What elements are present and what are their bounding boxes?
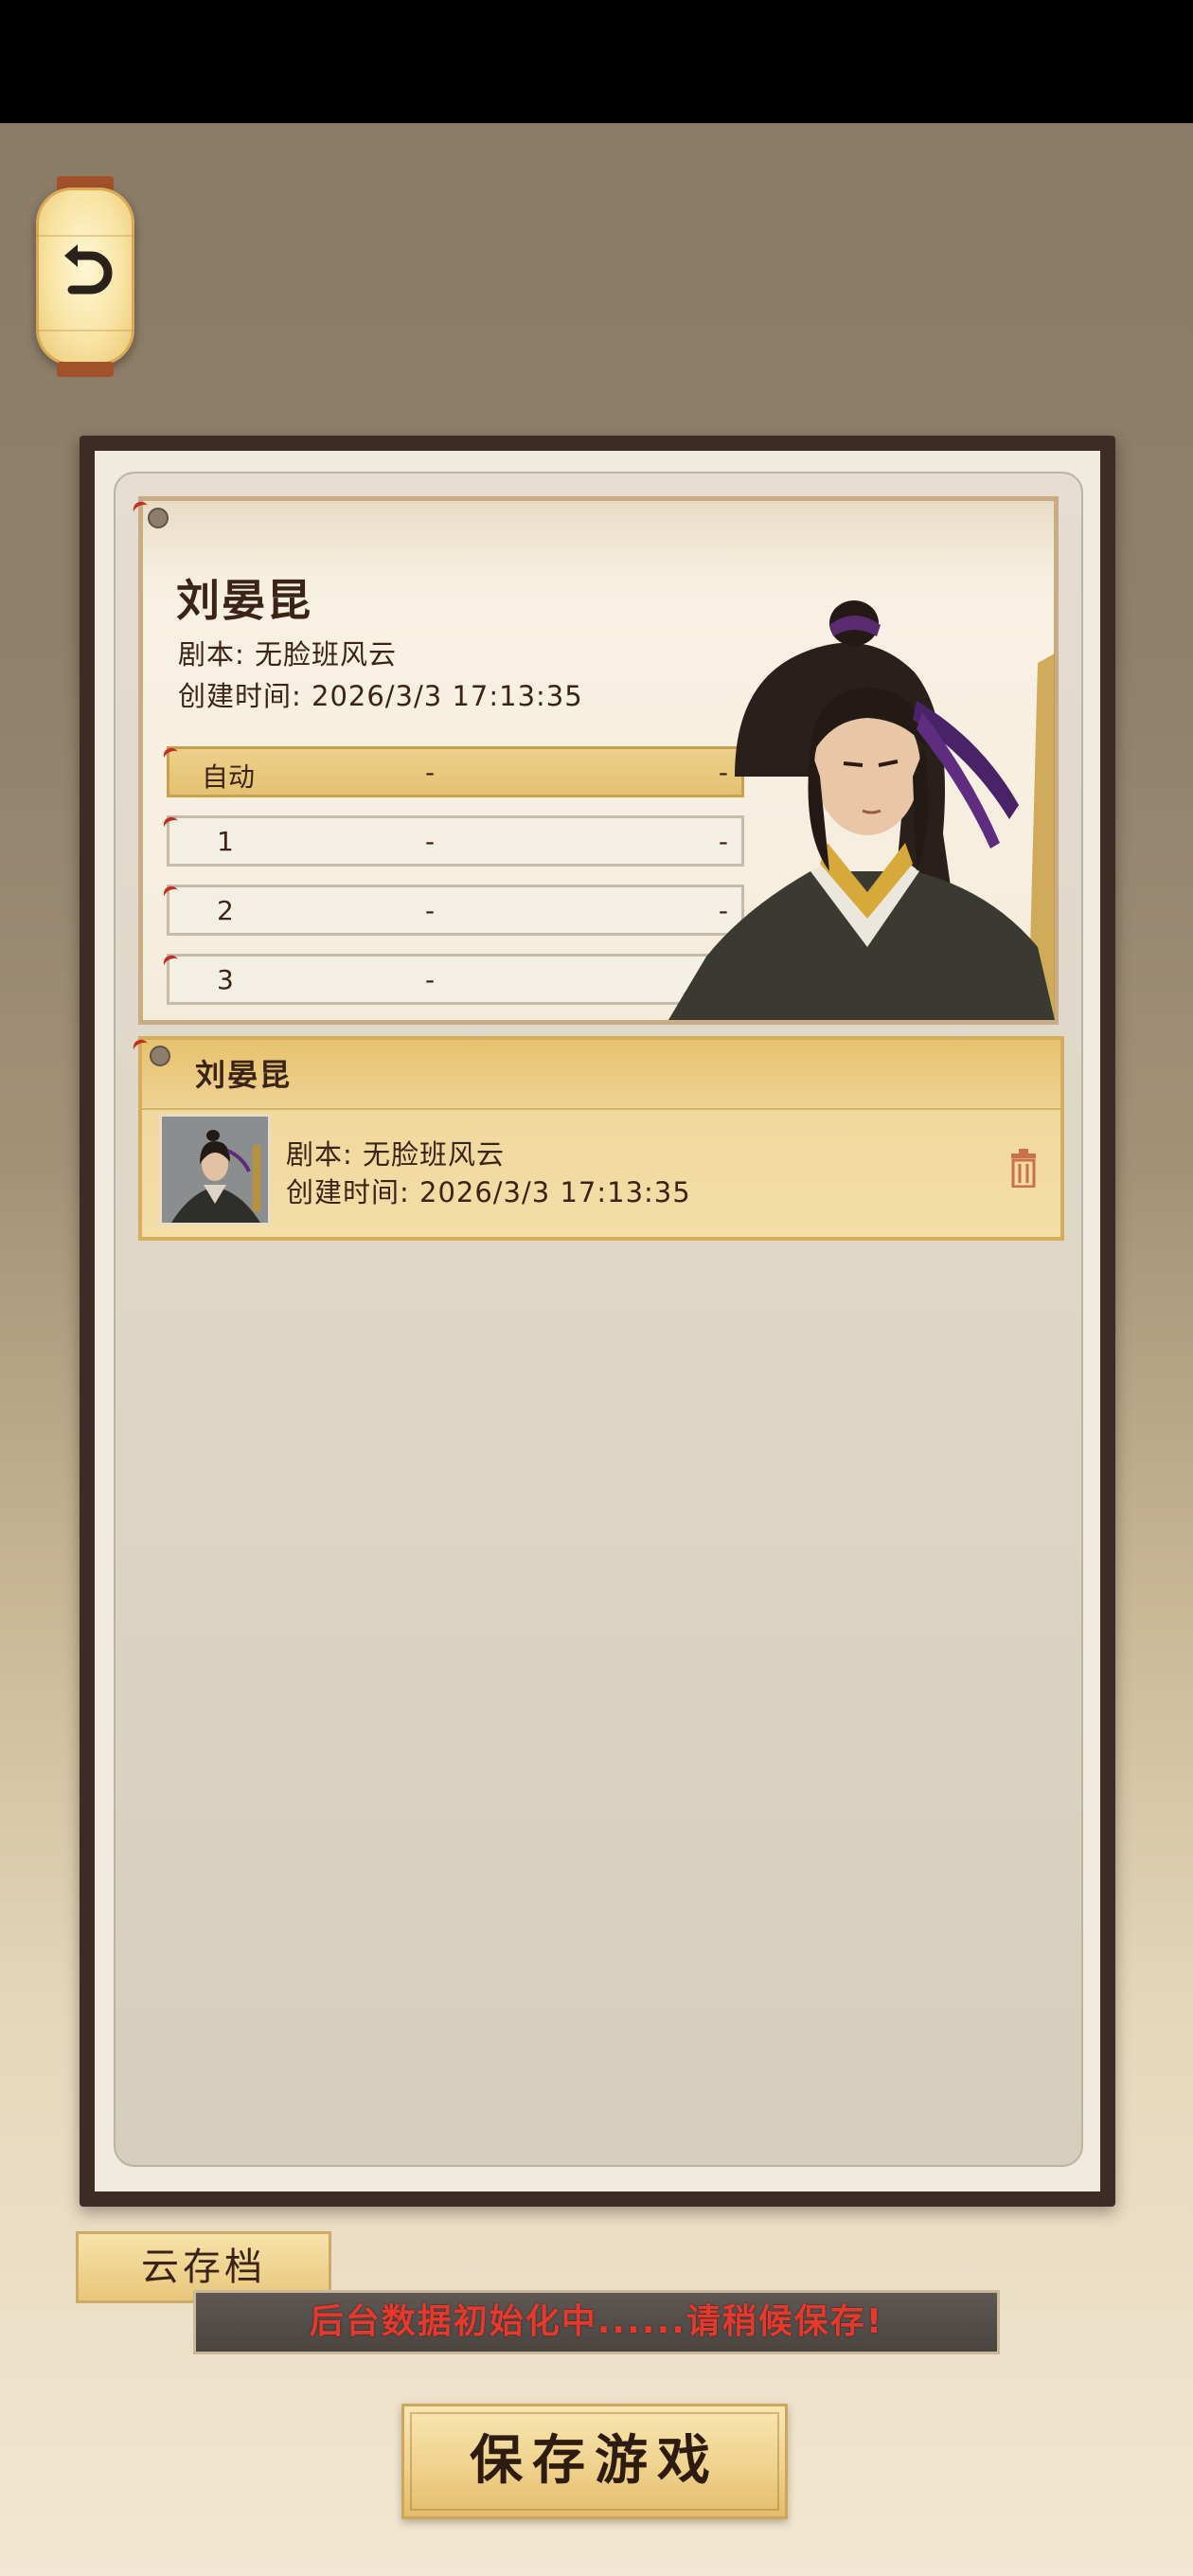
slot-3[interactable]: 3 - - [167,954,744,1005]
save-item-created: 创建时间: 2026/3/3 17:13:35 [286,1176,691,1208]
script-info: 剧本: 无脸班风云 [178,638,397,671]
init-notice: 后台数据初始化中......请稍候保存! [193,2290,1000,2354]
created-time: 创建时间: 2026/3/3 17:13:35 [178,680,583,712]
pin-icon [148,508,169,528]
character-name: 刘晏昆 [176,575,312,626]
back-arrow-icon [64,244,113,295]
slot-1[interactable]: 1 - - [167,815,744,867]
save-item-script: 剧本: 无脸班风云 [286,1138,505,1171]
slot-info: - [425,757,436,788]
trash-icon[interactable] [1009,1148,1038,1188]
back-button[interactable] [36,176,134,377]
slot-auto[interactable]: 自动 - - [167,746,744,797]
save-item-thumbnail [159,1114,271,1225]
notice-text: 后台数据初始化中......请稍候保存! [309,2302,884,2341]
status-bar [0,0,1193,123]
slot-label: 自动 [202,761,256,793]
slot-label: 2 [217,895,234,926]
character-thumbnail [162,1117,268,1223]
slot-label: 3 [217,964,234,995]
slot-info: - [425,964,436,995]
slot-info: - [425,895,436,926]
save-game-button[interactable]: 保存游戏 [401,2404,788,2519]
slot-info: - [425,826,436,857]
save-game-label: 保存游戏 [470,2430,720,2492]
slot-2[interactable]: 2 - - [167,885,744,936]
character-portrait [668,600,1055,1020]
save-item-name: 刘晏昆 [195,1057,293,1093]
pin-icon [150,1046,170,1066]
cloud-save-label: 云存档 [141,2245,266,2289]
lantern-cap [57,362,114,377]
slot-label: 1 [217,826,234,857]
